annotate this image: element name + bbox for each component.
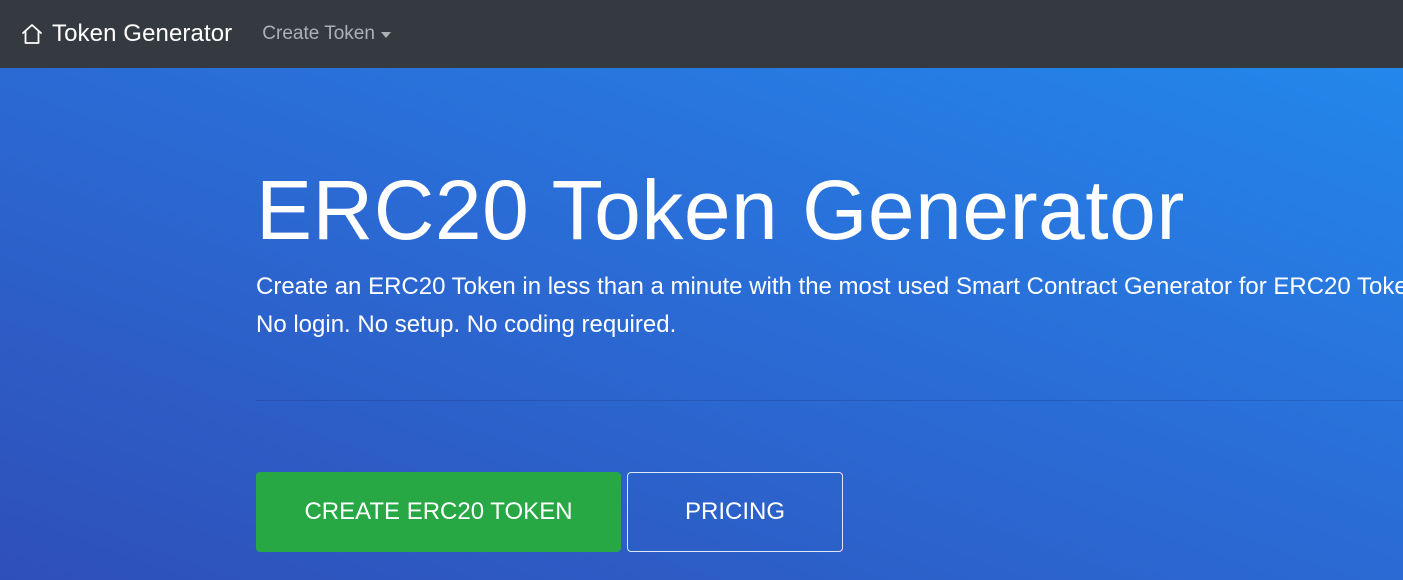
home-icon — [20, 22, 44, 46]
brand-link[interactable]: Token Generator — [20, 20, 232, 48]
brand-label: Token Generator — [52, 20, 233, 47]
dropdown-label: Create Token — [262, 23, 375, 44]
create-erc20-token-button[interactable]: CREATE ERC20 TOKEN — [256, 472, 621, 552]
hero-title: ERC20 Token Generator — [256, 163, 1185, 257]
hero-lead: Create an ERC20 Token in less than a min… — [256, 268, 1403, 344]
create-token-dropdown[interactable]: Create Token — [262, 23, 391, 45]
top-navbar: Token Generator Create Token — [0, 0, 1403, 68]
pricing-button[interactable]: PRICING — [627, 472, 843, 552]
hero-lead-line-2: No login. No setup. No coding required. — [256, 311, 677, 338]
hero-divider — [256, 400, 1403, 401]
caret-down-icon — [380, 31, 391, 38]
hero-jumbotron: ERC20 Token Generator Create an ERC20 To… — [0, 68, 1403, 580]
hero-lead-line-1: Create an ERC20 Token in less than a min… — [256, 273, 1403, 300]
